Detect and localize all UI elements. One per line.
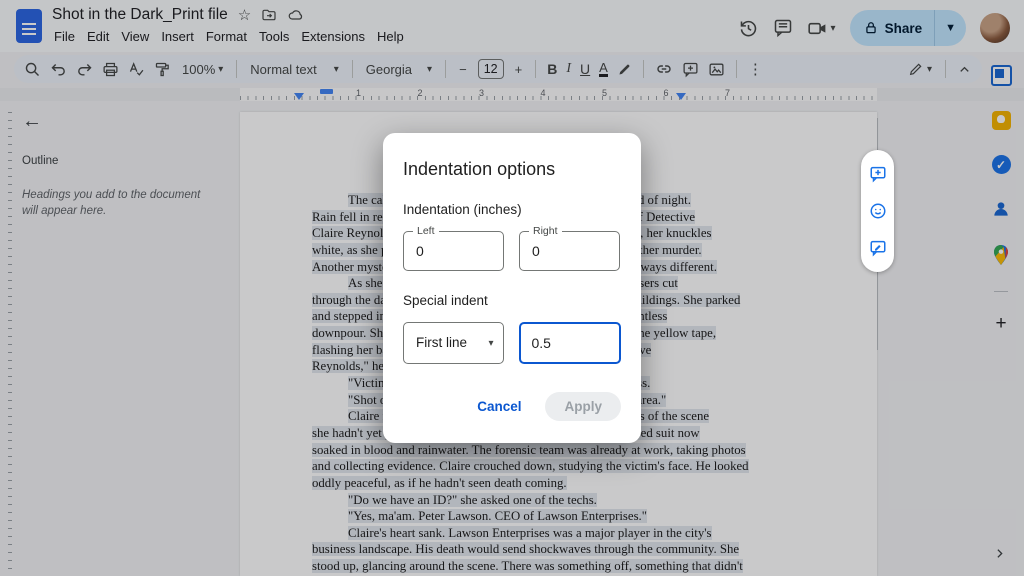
left-indent-field[interactable]: Left 0 (403, 231, 504, 271)
left-field-label: Left (413, 225, 439, 237)
indentation-options-dialog: Indentation options Indentation (inches)… (383, 133, 641, 443)
special-indent-type-select[interactable]: First line ▾ (403, 322, 504, 364)
right-field-label: Right (529, 225, 562, 237)
emoji-reaction-icon[interactable] (869, 202, 887, 220)
add-comment-bubble-icon[interactable] (869, 165, 887, 183)
right-indent-field[interactable]: Right 0 (519, 231, 620, 271)
google-docs-window: Shot in the Dark_Print file ☆ File Edit … (0, 0, 1024, 576)
suggest-edits-icon[interactable] (869, 239, 887, 257)
floating-actions-pill (861, 150, 894, 272)
apply-button[interactable]: Apply (545, 392, 621, 421)
special-indent-amount-value: 0.5 (532, 335, 551, 351)
cancel-button[interactable]: Cancel (469, 393, 529, 420)
right-field-value: 0 (532, 243, 540, 259)
chevron-down-icon: ▾ (488, 338, 493, 349)
indentation-section-label: Indentation (inches) (403, 202, 621, 217)
special-indent-amount-input[interactable]: 0.5 (519, 322, 622, 364)
special-indent-type-value: First line (416, 335, 467, 350)
left-field-value: 0 (416, 243, 424, 259)
special-indent-section-label: Special indent (403, 293, 621, 308)
dialog-title: Indentation options (403, 159, 621, 180)
